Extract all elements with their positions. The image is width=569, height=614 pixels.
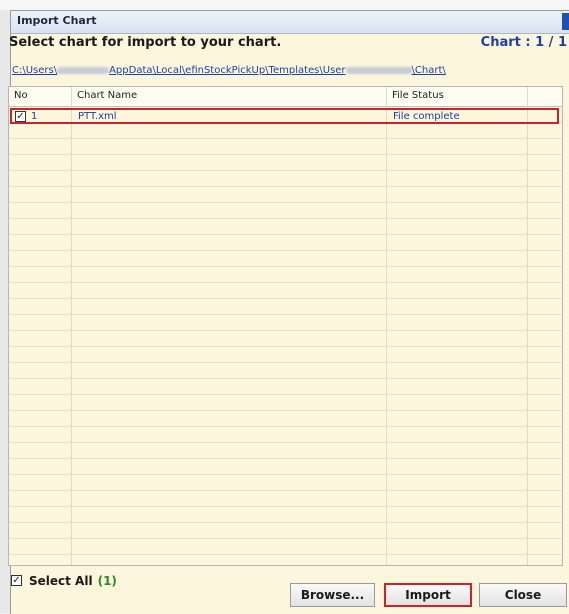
instruction-text: Select chart for import to your chart. <box>9 35 282 50</box>
row-number: 1 <box>31 111 38 122</box>
row-file-status: File complete <box>393 111 460 122</box>
redacted-user-folder <box>345 66 412 74</box>
row-chart-name: PTT.xml <box>78 111 117 122</box>
table-row[interactable]: ✓ 1 PTT.xml File complete <box>10 108 559 124</box>
grid-header: No Chart Name File Status <box>9 87 562 107</box>
import-button[interactable]: Import <box>384 583 472 607</box>
close-window-button[interactable] <box>562 13 569 30</box>
select-all-count: (1) <box>97 574 117 588</box>
column-divider <box>71 87 72 565</box>
select-all-text: Select All <box>29 574 93 588</box>
path-segment-1: C:\Users\ <box>12 65 58 76</box>
backdrop-top <box>0 0 569 10</box>
redacted-username <box>57 66 110 74</box>
select-all-label[interactable]: Select All (1) <box>29 574 117 588</box>
grid-empty-rows <box>9 107 562 565</box>
path-segment-3: \Chart\ <box>411 65 446 76</box>
column-header-chart-name[interactable]: Chart Name <box>77 90 137 101</box>
column-divider <box>386 87 387 565</box>
template-path-link[interactable]: C:\Users\ AppData\Local\efinStockPickUp\T… <box>12 65 446 76</box>
row-checkbox[interactable]: ✓ <box>15 111 26 122</box>
column-header-file-status[interactable]: File Status <box>392 90 444 101</box>
window-title: Import Chart <box>17 14 97 27</box>
close-button[interactable]: Close <box>479 583 567 607</box>
column-header-no[interactable]: No <box>14 90 28 101</box>
chart-list-grid[interactable]: No Chart Name File Status ✓ 1 PTT.xml Fi… <box>8 86 563 566</box>
title-bar[interactable]: Import Chart <box>11 11 569 34</box>
column-divider <box>527 87 528 565</box>
select-all-checkbox[interactable]: ✓ <box>11 575 22 586</box>
path-segment-2: AppData\Local\efinStockPickUp\Templates\… <box>109 65 346 76</box>
chart-count-label: Chart : 1 / 1 <box>480 35 567 50</box>
browse-button[interactable]: Browse... <box>290 583 375 607</box>
